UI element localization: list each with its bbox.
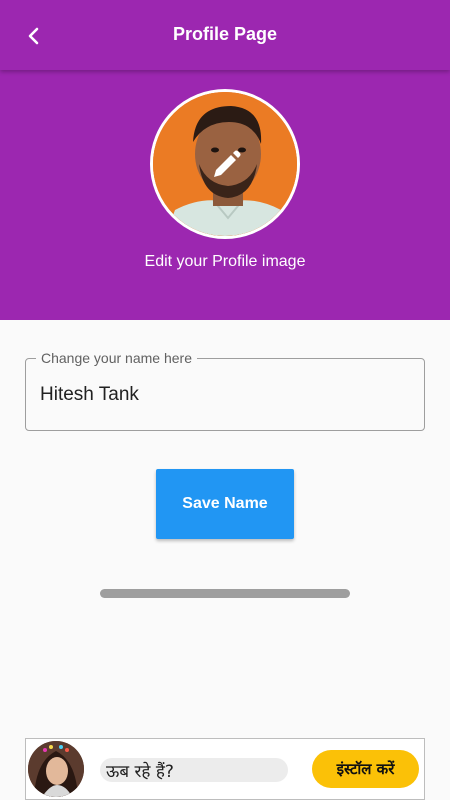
- name-field-label: Change your name here: [36, 350, 197, 366]
- pencil-icon[interactable]: [209, 148, 243, 182]
- install-button[interactable]: इंस्टॉल करें: [312, 750, 419, 788]
- edit-profile-caption: Edit your Profile image: [144, 253, 306, 270]
- ad-avatar: [28, 741, 84, 797]
- ad-photo: [28, 741, 84, 797]
- save-name-button[interactable]: Save Name: [156, 469, 294, 539]
- ad-text-pill: ऊब रहे हैं?: [100, 758, 288, 782]
- name-input[interactable]: [40, 381, 410, 409]
- profile-avatar[interactable]: [150, 89, 300, 239]
- app-bar: Profile Page: [0, 0, 450, 70]
- profile-header: Edit your Profile image: [0, 70, 450, 320]
- ad-text: ऊब रहे हैं?: [106, 762, 174, 782]
- progress-bar: [100, 589, 350, 598]
- page-title: Profile Page: [172, 24, 278, 44]
- ad-banner[interactable]: ऊब रहे हैं? इंस्टॉल करें: [25, 738, 425, 800]
- name-field[interactable]: Change your name here: [25, 350, 425, 431]
